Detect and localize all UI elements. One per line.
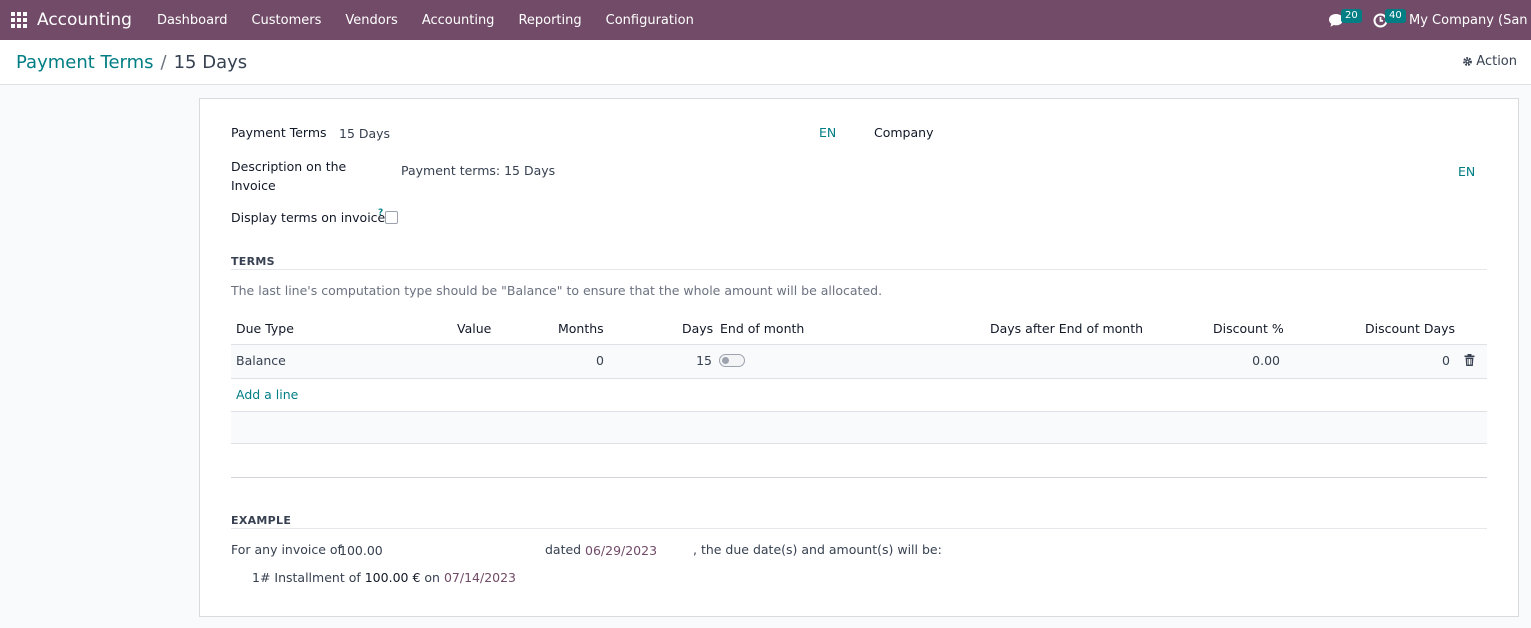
table-row[interactable] (231, 344, 1487, 379)
row-end-of-month-toggle[interactable] (719, 354, 745, 367)
example-section-title: EXAMPLE (231, 514, 292, 527)
add-line-button[interactable]: Add a line (236, 387, 298, 402)
display-terms-label: Display terms on invoice (231, 210, 386, 225)
action-label: Action (1476, 54, 1517, 69)
row-due-type[interactable]: Balance (236, 353, 286, 368)
col-discount-pct[interactable]: Discount % (1213, 321, 1284, 336)
example-prefix: For any invoice of (231, 542, 342, 557)
breadcrumb: Payment Terms / 15 Days (16, 52, 247, 73)
top-navbar: Accounting Dashboard Customers Vendors A… (0, 0, 1531, 40)
row-discount-pct[interactable]: 0.00 (1230, 353, 1280, 368)
description-label-line1: Description on the (231, 159, 347, 174)
row-days[interactable]: 15 (680, 353, 712, 368)
col-discount-days[interactable]: Discount Days (1365, 321, 1455, 336)
description-input[interactable]: Payment terms: 15 Days (401, 163, 555, 178)
installment-on: on (424, 570, 440, 585)
menu-configuration[interactable]: Configuration (594, 0, 706, 40)
activities-badge: 40 (1385, 9, 1406, 23)
table-bottom-divider (231, 477, 1487, 478)
col-due-type[interactable]: Due Type (236, 321, 294, 336)
menu-reporting[interactable]: Reporting (506, 0, 593, 40)
description-lang-button[interactable]: EN (1458, 164, 1475, 179)
col-months[interactable]: Months (558, 321, 604, 336)
payment-terms-input[interactable]: 15 Days (339, 126, 390, 141)
col-value[interactable]: Value (457, 321, 491, 336)
form-sheet: Payment Terms 15 Days EN Company Descrip… (199, 98, 1519, 617)
company-label: Company (874, 125, 934, 140)
installment-line: 1# Installment of 100.00 € on 07/14/2023 (252, 570, 516, 585)
table-empty-row (231, 412, 1487, 444)
action-button[interactable]: Action (1462, 54, 1517, 69)
app-name[interactable]: Accounting (37, 10, 132, 30)
trash-icon (1464, 354, 1475, 366)
messages-badge: 20 (1341, 9, 1362, 23)
display-terms-checkbox[interactable] (385, 211, 398, 224)
menu-accounting[interactable]: Accounting (410, 0, 507, 40)
example-amount-input[interactable]: 100.00 (339, 543, 383, 558)
description-label-line2: Invoice (231, 178, 276, 193)
example-suffix: , the due date(s) and amount(s) will be: (693, 542, 942, 557)
apps-grid-icon[interactable] (11, 12, 27, 28)
row-months[interactable]: 0 (580, 353, 604, 368)
col-end-of-month[interactable]: End of month (720, 321, 804, 336)
control-panel: Payment Terms / 15 Days Action (0, 40, 1531, 85)
company-switcher[interactable]: My Company (San Francisco) (1409, 13, 1531, 28)
payment-terms-label: Payment Terms (231, 125, 327, 140)
col-days[interactable]: Days (682, 321, 713, 336)
example-divider (231, 528, 1487, 529)
breadcrumb-current: 15 Days (173, 52, 248, 73)
menu-vendors[interactable]: Vendors (333, 0, 409, 40)
messages-button[interactable]: 20 (1321, 0, 1362, 40)
row-discount-days[interactable]: 0 (1400, 353, 1450, 368)
terms-section-title: TERMS (231, 255, 275, 268)
menu-customers[interactable]: Customers (239, 0, 333, 40)
installment-prefix: 1# Installment of (252, 570, 361, 585)
col-days-after-eom[interactable]: Days after End of month (990, 321, 1143, 336)
menu-dashboard[interactable]: Dashboard (145, 0, 240, 40)
example-dated-label: dated (545, 542, 582, 557)
name-lang-button[interactable]: EN (819, 125, 836, 140)
installment-amount: 100.00 € (364, 570, 421, 585)
help-tooltip-mark[interactable]: ? (378, 208, 383, 218)
example-date-input[interactable]: 06/29/2023 (585, 543, 657, 558)
delete-row-button[interactable] (1464, 354, 1475, 370)
activities-button[interactable]: 40 (1365, 0, 1406, 40)
breadcrumb-payment-terms[interactable]: Payment Terms (16, 52, 154, 73)
breadcrumb-separator: / (160, 52, 167, 73)
terms-note: The last line's computation type should … (231, 283, 883, 298)
gear-icon (1463, 57, 1473, 66)
terms-divider (231, 269, 1487, 270)
installment-date: 07/14/2023 (443, 570, 516, 585)
